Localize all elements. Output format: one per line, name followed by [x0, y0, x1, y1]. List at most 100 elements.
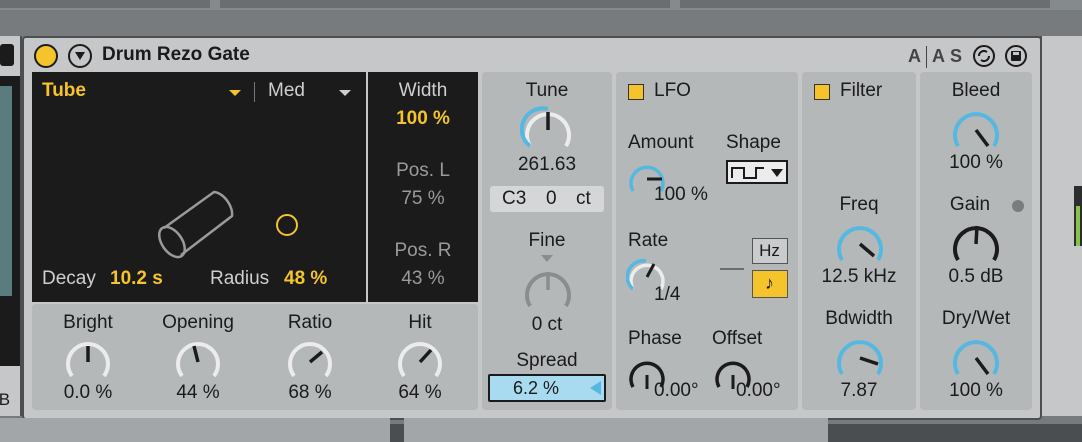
- pos-r-value[interactable]: 43 %: [368, 268, 478, 290]
- note-icon: ♪: [765, 273, 774, 293]
- phase-label: Phase: [628, 328, 682, 349]
- hit-knob[interactable]: [394, 336, 446, 386]
- spread-label: Spread: [516, 350, 578, 371]
- bright-label: Bright: [63, 312, 113, 333]
- save-icon-partial[interactable]: [0, 44, 14, 66]
- device-title: Drum Rezo Gate: [102, 44, 250, 65]
- device-on-toggle[interactable]: [34, 44, 58, 68]
- ratio-label: Ratio: [287, 312, 333, 333]
- cents-value: 0: [546, 188, 557, 209]
- a-button-2[interactable]: A: [932, 46, 945, 67]
- tune-label: Tune: [525, 80, 569, 101]
- drywet-value: 100 %: [949, 380, 1003, 401]
- filter-panel: Filter Freq 12.5 kHz Bdwidth 7.87: [802, 72, 916, 410]
- freq-label: Freq: [839, 194, 879, 215]
- tube-shape-graphic: [158, 190, 234, 259]
- hz-button[interactable]: Hz: [752, 238, 788, 264]
- bleed-value: 100 %: [949, 152, 1003, 173]
- top-strip-segment: [220, 0, 670, 8]
- quality-value[interactable]: Med: [268, 80, 305, 102]
- partial-display-graphic: [0, 86, 12, 296]
- opening-label: Opening: [162, 312, 234, 333]
- hit-value: 64 %: [398, 382, 442, 403]
- resonator-controls-panel: Bright 0.0 % Opening 44 % Ratio 68 % Hit…: [32, 304, 478, 410]
- top-strip-segment: [0, 0, 210, 8]
- bleed-label: Bleed: [951, 80, 1001, 101]
- triangle-down-icon: [75, 52, 85, 60]
- fold-button[interactable]: [68, 44, 92, 68]
- note-display[interactable]: C3 0 ct: [490, 186, 604, 212]
- lfo-toggle[interactable]: [628, 84, 644, 100]
- partial-label: IB: [0, 390, 11, 409]
- tune-frequency[interactable]: 261.63: [482, 154, 612, 176]
- square-wave-icon: [731, 167, 764, 179]
- amount-value: 100 %: [654, 184, 708, 205]
- a-button-1[interactable]: A: [908, 46, 921, 67]
- bdwidth-label: Bdwidth: [825, 308, 893, 329]
- radius-label: Radius: [210, 268, 270, 289]
- gain-label: Gain: [949, 194, 991, 215]
- bright-knob[interactable]: [62, 336, 114, 386]
- pos-r-label: Pos. R: [394, 240, 452, 261]
- quality-dropdown-icon[interactable]: [338, 88, 352, 98]
- tune-knob[interactable]: [520, 102, 576, 156]
- hot-swap-icon[interactable]: [972, 44, 996, 68]
- spread-value: 6.2 %: [512, 378, 560, 398]
- amount-label: Amount: [628, 132, 694, 153]
- bdwidth-knob[interactable]: [832, 330, 888, 384]
- rate-label: Rate: [628, 230, 669, 251]
- divider: [254, 82, 255, 102]
- filter-label: Filter: [840, 80, 883, 101]
- top-strip-segment: [680, 0, 1050, 8]
- bottom-panel-right: [404, 418, 828, 442]
- drywet-knob[interactable]: [948, 330, 1004, 384]
- radius-value[interactable]: 48 %: [284, 268, 327, 290]
- decay-value[interactable]: 10.2 s: [110, 268, 163, 290]
- resonator-display: Tube Med Decay 10.2 s Radius 48 %: [32, 72, 366, 302]
- ratio-knob[interactable]: [284, 336, 336, 386]
- chevron-down-icon: [771, 169, 783, 177]
- partial-display: [0, 76, 20, 366]
- top-strip: [0, 0, 1082, 10]
- resonator-type[interactable]: Tube: [42, 80, 86, 102]
- opening-value: 44 %: [176, 382, 220, 403]
- decay-label: Decay: [42, 268, 96, 289]
- divider: [720, 268, 744, 270]
- next-device-edge: [1040, 36, 1082, 416]
- freq-value: 12.5 kHz: [821, 266, 897, 287]
- width-label: Width: [398, 80, 448, 101]
- drum-rezo-gate-device: Drum Rezo Gate A A S Tube Med Decay 10.2…: [22, 36, 1042, 420]
- rate-value: 1/4: [654, 284, 681, 305]
- spread-slider[interactable]: 6.2 %: [488, 374, 606, 402]
- s-button[interactable]: S: [950, 46, 962, 67]
- pos-l-value[interactable]: 75 %: [368, 188, 478, 210]
- bleed-knob[interactable]: [948, 102, 1004, 156]
- ratio-value: 68 %: [288, 382, 332, 403]
- pos-l-label: Pos. L: [396, 160, 450, 181]
- gain-value: 0.5 dB: [948, 266, 1004, 287]
- meter: [1074, 186, 1082, 246]
- filter-toggle[interactable]: [814, 84, 830, 100]
- gain-knob[interactable]: [948, 216, 1004, 270]
- freq-knob[interactable]: [832, 216, 888, 270]
- save-preset-icon[interactable]: [1004, 44, 1028, 68]
- triangle-left-icon: [590, 381, 601, 395]
- divider: [926, 46, 927, 68]
- opening-knob[interactable]: [172, 336, 224, 386]
- meter-level: [1076, 206, 1080, 246]
- sync-button[interactable]: ♪: [752, 270, 788, 298]
- type-dropdown-icon[interactable]: [228, 88, 242, 98]
- position-handle[interactable]: [276, 214, 298, 236]
- lfo-panel: LFO Amount 100 % Shape Rate 1/4 Hz ♪ Pha…: [616, 72, 798, 410]
- width-value[interactable]: 100 %: [368, 108, 478, 130]
- offset-value: 0.00°: [736, 380, 781, 401]
- shape-label: Shape: [726, 132, 781, 153]
- fine-knob[interactable]: [520, 262, 576, 316]
- fine-value: 0 ct: [531, 314, 563, 335]
- hit-label: Hit: [408, 312, 432, 333]
- hz-label: Hz: [759, 241, 780, 260]
- drywet-label: Dry/Wet: [941, 308, 1011, 329]
- shape-dropdown[interactable]: [726, 160, 788, 184]
- phase-value: 0.00°: [654, 380, 699, 401]
- stereo-display: Width 100 % Pos. L 75 % Pos. R 43 %: [368, 72, 478, 302]
